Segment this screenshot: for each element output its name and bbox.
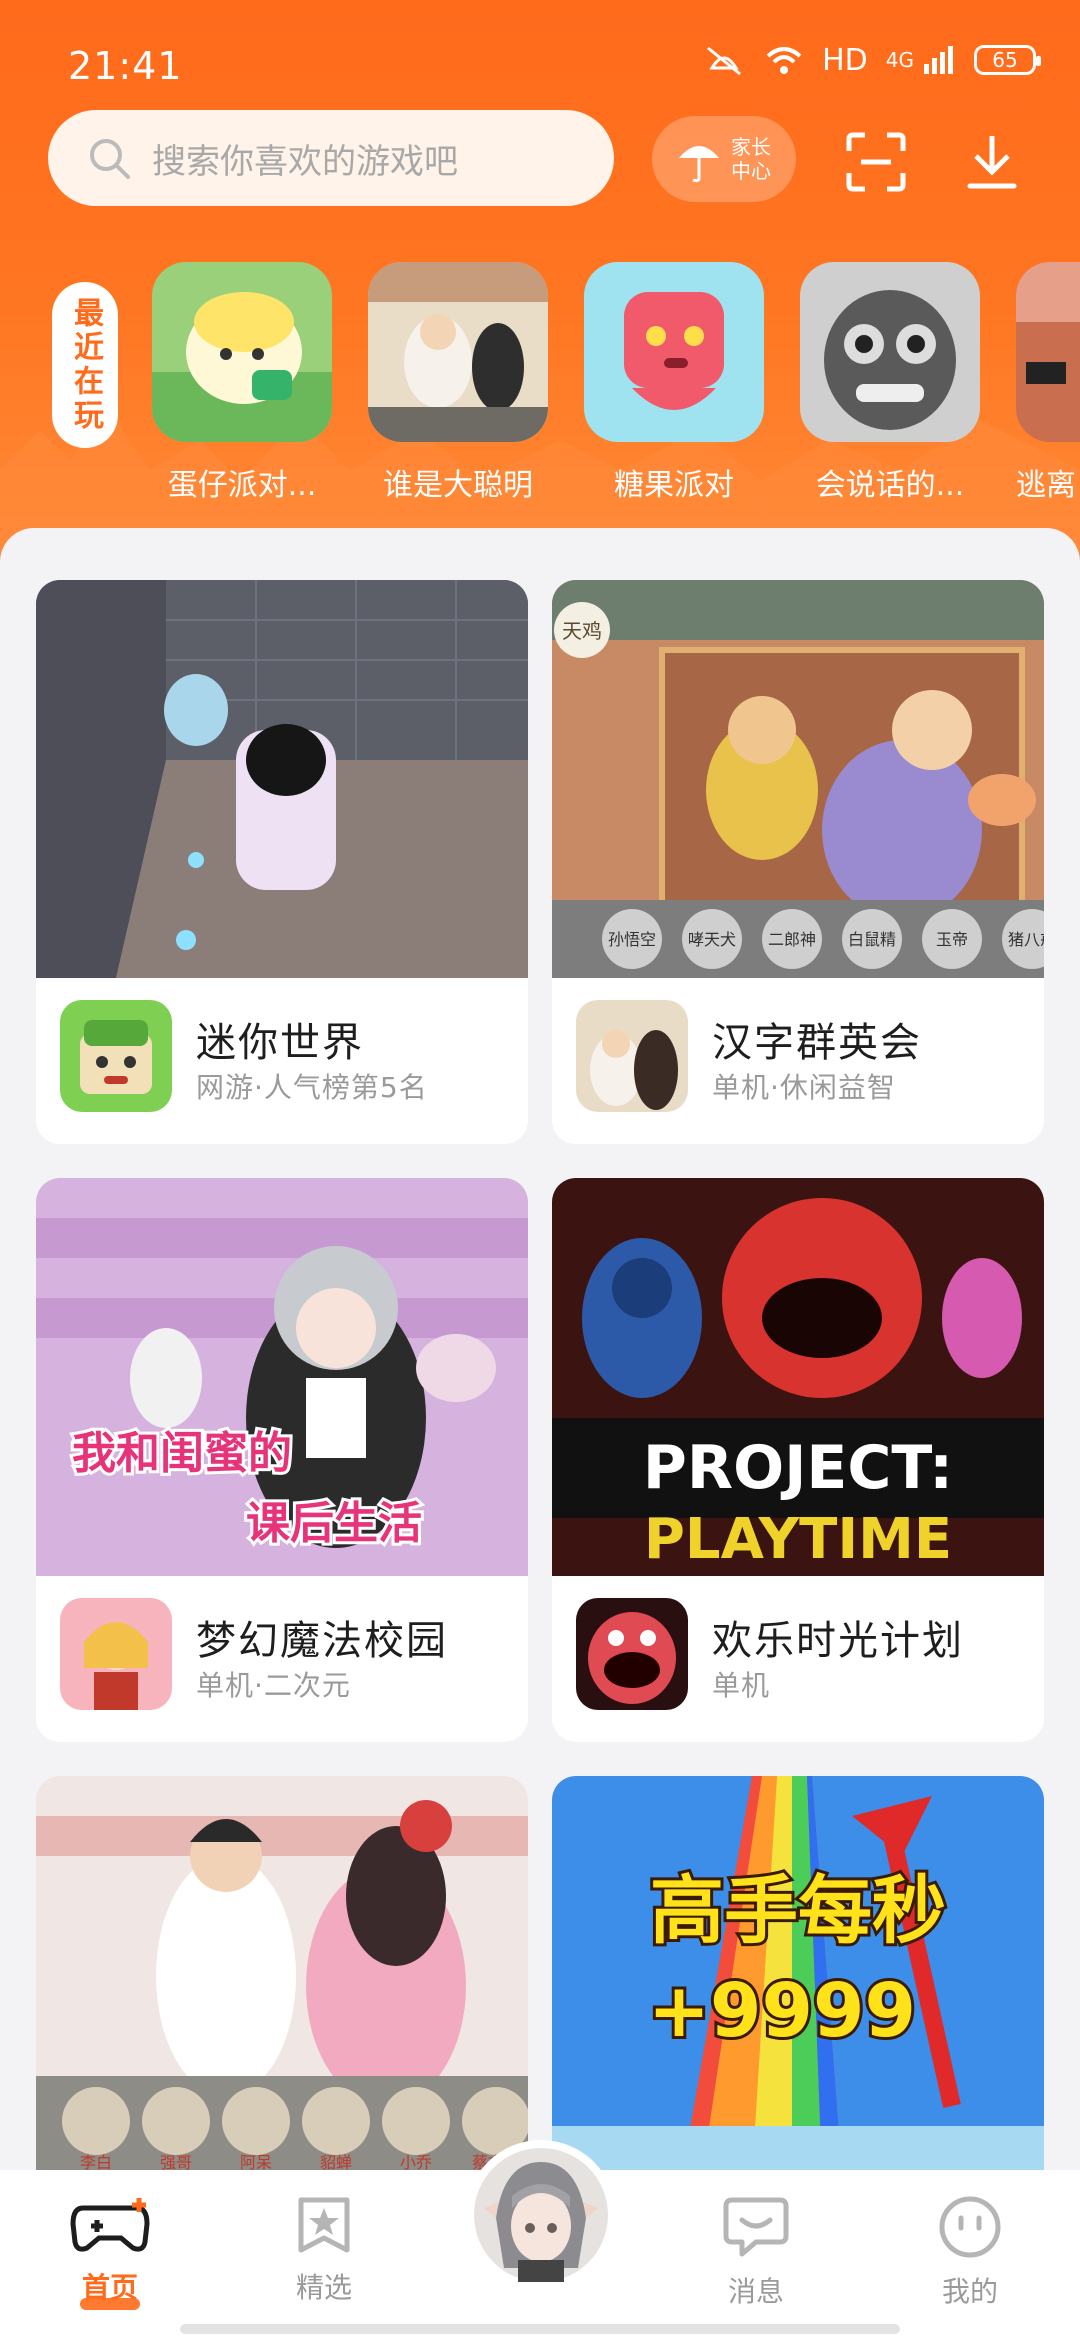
game-meta: 欢乐时光计划 单机 [576, 1598, 1036, 1718]
parent-center-button[interactable]: 家长中心 [652, 116, 796, 202]
recent-game-name: 逃离 [1016, 468, 1076, 503]
game-title: 汉字群英会 [712, 1020, 922, 1066]
signal-icon [924, 46, 953, 74]
nav-messages[interactable]: 消息 [686, 2194, 826, 2310]
game-title: 迷你世界 [196, 1020, 364, 1066]
search-bar[interactable]: 搜索你喜欢的游戏吧 [48, 110, 614, 206]
download-icon [967, 136, 1017, 189]
game-icon [60, 1000, 172, 1112]
recent-game-item[interactable]: 蛋仔派对... [152, 262, 332, 504]
banner-text: +9999 [648, 1968, 916, 2054]
banner-text: PLAYTIME [644, 1507, 952, 1572]
recent-label: 最近在玩 [52, 282, 118, 448]
download-button[interactable] [952, 122, 1032, 202]
recent-game-thumbnail [1016, 262, 1080, 442]
game-card[interactable]: PROJECT: PLAYTIME 欢乐时光计划 单机 [552, 1178, 1044, 1742]
banner-name: 孙悟空 [608, 930, 656, 949]
banner-text: 高手每秒 [650, 1868, 946, 1954]
banner-name: 白鼠精 [848, 930, 896, 949]
nav-mine[interactable]: 我的 [900, 2194, 1040, 2310]
game-banner: 高手每秒 +9999 [552, 1776, 1044, 2174]
game-banner [36, 580, 528, 978]
game-title: 欢乐时光计划 [712, 1618, 964, 1664]
game-meta: 汉字群英会 单机·休闲益智 [576, 1000, 1036, 1120]
game-subtitle: 单机 [712, 1669, 771, 1702]
header: 21:41 HD 4G 65 搜索你喜欢的游戏吧 家长中心 最近在玩 蛋仔派对.… [0, 0, 1080, 560]
recent-game-name: 谁是大聪明 [383, 468, 533, 503]
recent-game-item[interactable]: 会说话的... [800, 262, 980, 504]
status-bar: 21:41 HD 4G 65 [0, 0, 1080, 120]
banner-name: 猪八戒 [1008, 930, 1044, 949]
search-placeholder: 搜索你喜欢的游戏吧 [152, 141, 458, 182]
message-icon [723, 2197, 789, 2257]
recent-game-item[interactable]: 糖果派对 [584, 262, 764, 504]
game-banner: 孙悟空 哮天犬 二郎神 白鼠精 玉帝 猪八戒 天鸡 [552, 580, 1044, 978]
scan-icon [846, 132, 906, 192]
recent-game-name: 会说话的... [815, 468, 965, 503]
recent-game-name: 蛋仔派对... [167, 468, 317, 503]
banner-text: 我和闺蜜的 [72, 1428, 292, 1479]
parent-center-label: 家长中心 [731, 135, 771, 183]
banner-name: 二郎神 [768, 930, 816, 949]
game-banner: PROJECT: PLAYTIME [552, 1178, 1044, 1576]
recent-game-item[interactable]: 谁是大聪明 [368, 262, 548, 504]
game-icon [60, 1598, 172, 1710]
recent-games-row: 最近在玩 蛋仔派对... 谁是大聪明 糖果派对 会说话的... 逃离 [0, 262, 1080, 512]
game-title: 梦幻魔法校园 [196, 1618, 448, 1664]
umbrella-icon [679, 146, 719, 183]
banner-tag: 天鸡 [562, 619, 602, 643]
center-avatar-button[interactable] [466, 2140, 616, 2290]
game-banner: 我和闺蜜的 课后生活 [36, 1178, 528, 1576]
game-icon [576, 1598, 688, 1710]
scan-button[interactable] [836, 122, 916, 202]
game-banner: 李白 强哥 阿呆 貂蝉 小乔 蔡文姬 [36, 1776, 528, 2174]
game-feed: 迷你世界 网游·人气榜第5名 孙悟空 哮天犬 二郎神 白鼠精 玉帝 猪八 天鸡 … [0, 528, 1080, 2340]
game-subtitle: 网游·人气榜第5名 [196, 1071, 428, 1104]
recent-game-thumbnail [584, 262, 764, 442]
nav-home[interactable]: 首页 [40, 2194, 180, 2310]
nav-featured[interactable]: 精选 [254, 2194, 394, 2306]
game-subtitle: 单机·二次元 [196, 1669, 351, 1702]
game-card[interactable]: 孙悟空 哮天犬 二郎神 白鼠精 玉帝 猪八戒 天鸡 汉字群英会 单机·休闲益智 [552, 580, 1044, 1144]
smiley-icon [939, 2196, 1001, 2258]
home-indicator [180, 2324, 900, 2334]
game-icon [576, 1000, 688, 1112]
game-meta: 梦幻魔法校园 单机·二次元 [60, 1598, 520, 1718]
search-icon [90, 139, 130, 179]
battery-indicator: 65 [974, 45, 1041, 75]
nav-mine-label: 我的 [941, 2275, 998, 2308]
network-type: 4G [885, 48, 914, 72]
nav-messages-label: 消息 [727, 2275, 784, 2308]
status-time: 21:41 [68, 44, 183, 88]
game-subtitle: 单机·休闲益智 [712, 1071, 896, 1104]
game-meta: 迷你世界 网游·人气榜第5名 [60, 1000, 520, 1120]
gamepad-icon [70, 2198, 150, 2252]
game-card[interactable]: 我和闺蜜的 课后生活 梦幻魔法校园 单机·二次元 [36, 1178, 528, 1742]
mute-icon [707, 46, 742, 76]
avatar [474, 2148, 608, 2282]
banner-name: 玉帝 [936, 930, 968, 949]
star-bookmark-icon [298, 2197, 350, 2253]
app-screen: 21:41 HD 4G 65 搜索你喜欢的游戏吧 家长中心 最近在玩 蛋仔派对.… [0, 0, 1080, 2340]
game-card[interactable]: 迷你世界 网游·人气榜第5名 [36, 580, 528, 1144]
battery-level: 65 [992, 48, 1018, 72]
recent-game-name: 糖果派对 [614, 468, 734, 503]
banner-name: 哮天犬 [688, 930, 736, 949]
nav-featured-label: 精选 [295, 2271, 352, 2304]
status-icons: HD 4G 65 [702, 42, 1041, 78]
banner-text: PROJECT: [643, 1433, 953, 1503]
banner-text: 课后生活 [246, 1498, 422, 1549]
wifi-icon [766, 47, 802, 74]
network-hd: HD [822, 42, 868, 78]
recent-game-thumbnail [800, 262, 980, 442]
recent-game-item[interactable]: 逃离 [1016, 262, 1080, 504]
recent-game-thumbnail [368, 262, 548, 442]
recent-game-thumbnail [152, 262, 332, 442]
